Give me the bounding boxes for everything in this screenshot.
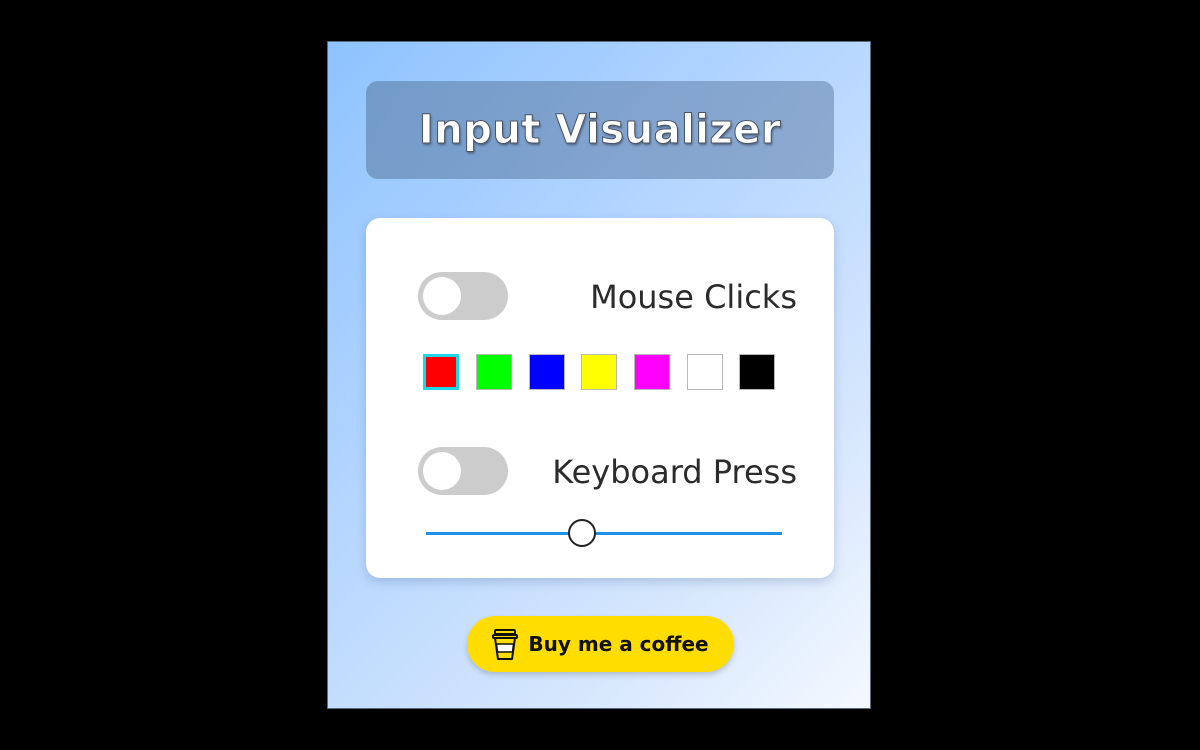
color-swatch-white[interactable]: [687, 354, 723, 390]
mouse-clicks-toggle[interactable]: [418, 272, 508, 320]
color-swatch-red[interactable]: [423, 354, 459, 390]
mouse-clicks-label: Mouse Clicks: [590, 278, 797, 316]
app-title: Input Visualizer: [418, 107, 782, 154]
toggle-knob: [423, 452, 461, 490]
coffee-cup-icon: [492, 629, 519, 660]
keyboard-press-toggle[interactable]: [418, 447, 508, 495]
buy-me-a-coffee-button[interactable]: Buy me a coffee: [467, 616, 734, 672]
size-slider[interactable]: [426, 518, 782, 548]
color-swatch-green[interactable]: [476, 354, 512, 390]
keyboard-press-label: Keyboard Press: [552, 453, 797, 491]
color-swatch-magenta[interactable]: [634, 354, 670, 390]
slider-thumb[interactable]: [567, 519, 596, 547]
extension-popup: Input Visualizer Mouse Clicks Keyboard P…: [327, 41, 871, 709]
title-banner: Input Visualizer: [366, 81, 834, 179]
coffee-button-label: Buy me a coffee: [528, 632, 709, 656]
color-swatch-row: [423, 354, 783, 394]
toggle-knob: [423, 277, 461, 315]
slider-track: [426, 532, 782, 535]
settings-card: Mouse Clicks Keyboard Press: [366, 218, 834, 578]
color-swatch-yellow[interactable]: [581, 354, 617, 390]
color-swatch-blue[interactable]: [529, 354, 565, 390]
color-swatch-black[interactable]: [739, 354, 775, 390]
